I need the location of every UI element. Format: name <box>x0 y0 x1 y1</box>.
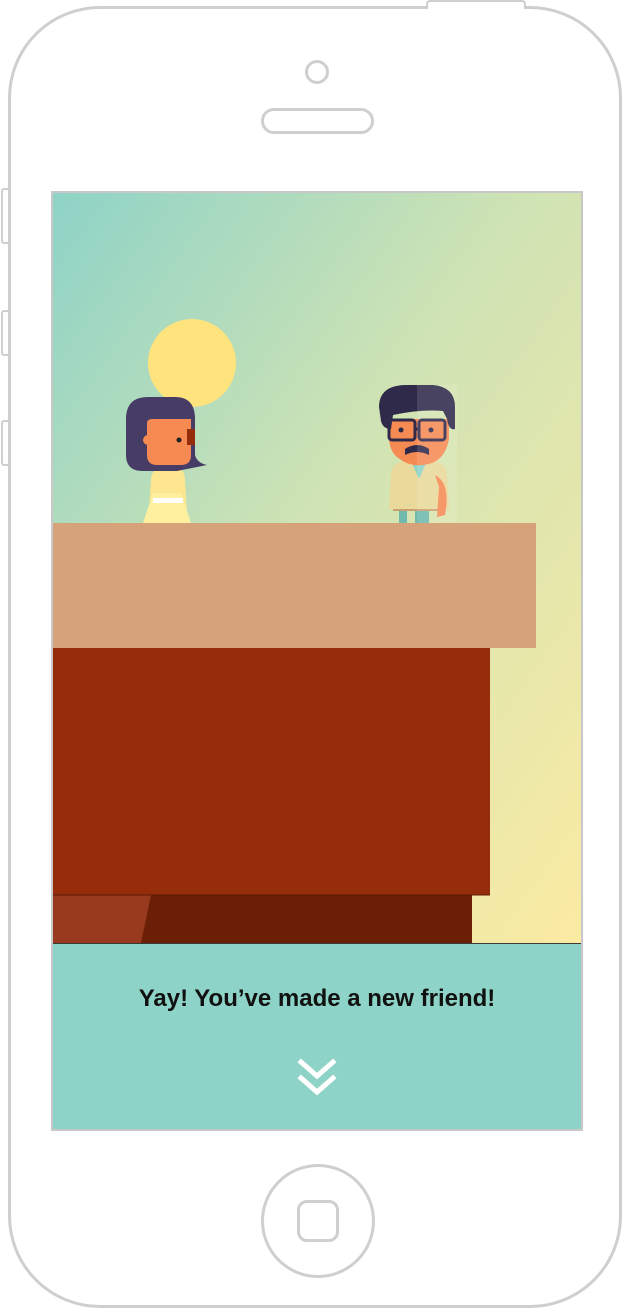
cliff-face <box>53 648 490 895</box>
earpiece-speaker <box>261 108 374 134</box>
volume-up-button <box>1 310 8 356</box>
cliff-highlight <box>53 895 151 943</box>
dialog-panel: Yay! You’ve made a new friend! <box>53 943 581 1129</box>
front-camera <box>305 60 329 84</box>
volume-down-button <box>1 420 8 466</box>
power-button <box>426 0 526 9</box>
home-square-icon <box>297 1200 339 1242</box>
mute-switch <box>1 188 8 244</box>
sun <box>148 319 236 407</box>
game-scene <box>53 193 581 943</box>
phone-screen: Yay! You’ve made a new friend! <box>51 191 583 1131</box>
ledge <box>53 523 536 648</box>
dialog-message: Yay! You’ve made a new friend! <box>138 985 496 1012</box>
double-chevron-down-icon <box>297 1058 337 1096</box>
advance-button[interactable] <box>297 1058 337 1100</box>
home-button[interactable] <box>261 1164 375 1278</box>
